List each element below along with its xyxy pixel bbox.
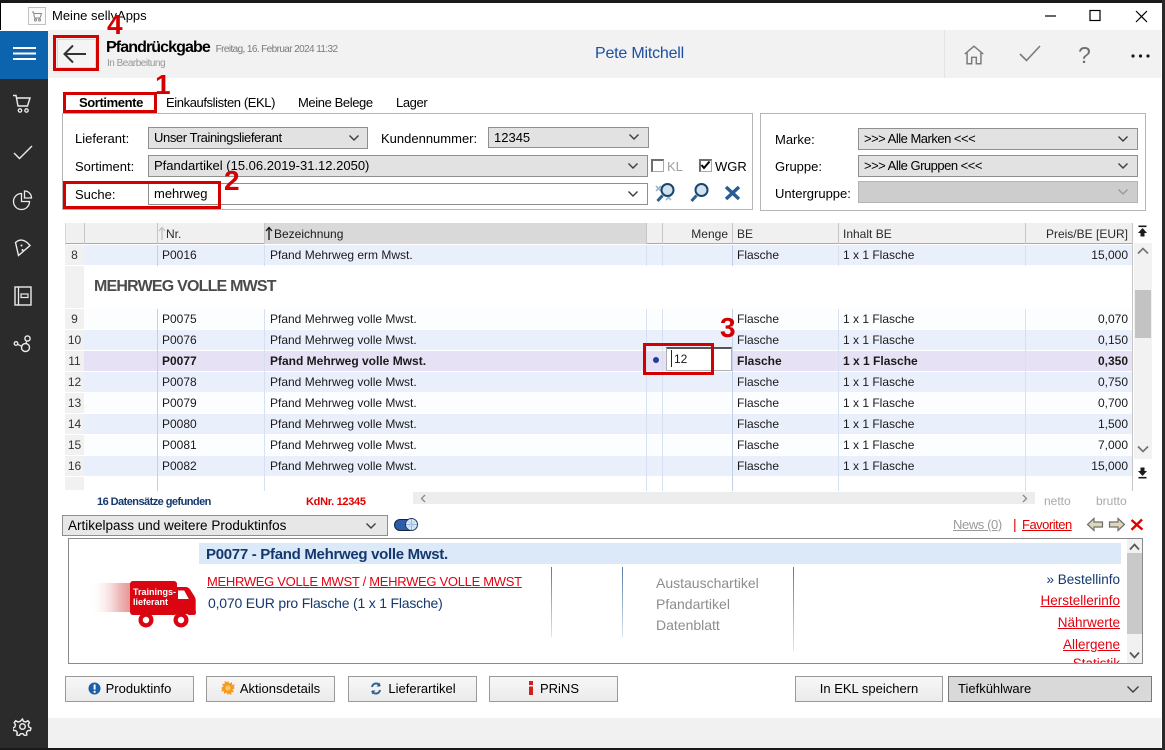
svg-text:lieferant: lieferant bbox=[133, 597, 168, 607]
svg-text:Trainings-: Trainings- bbox=[133, 587, 176, 597]
